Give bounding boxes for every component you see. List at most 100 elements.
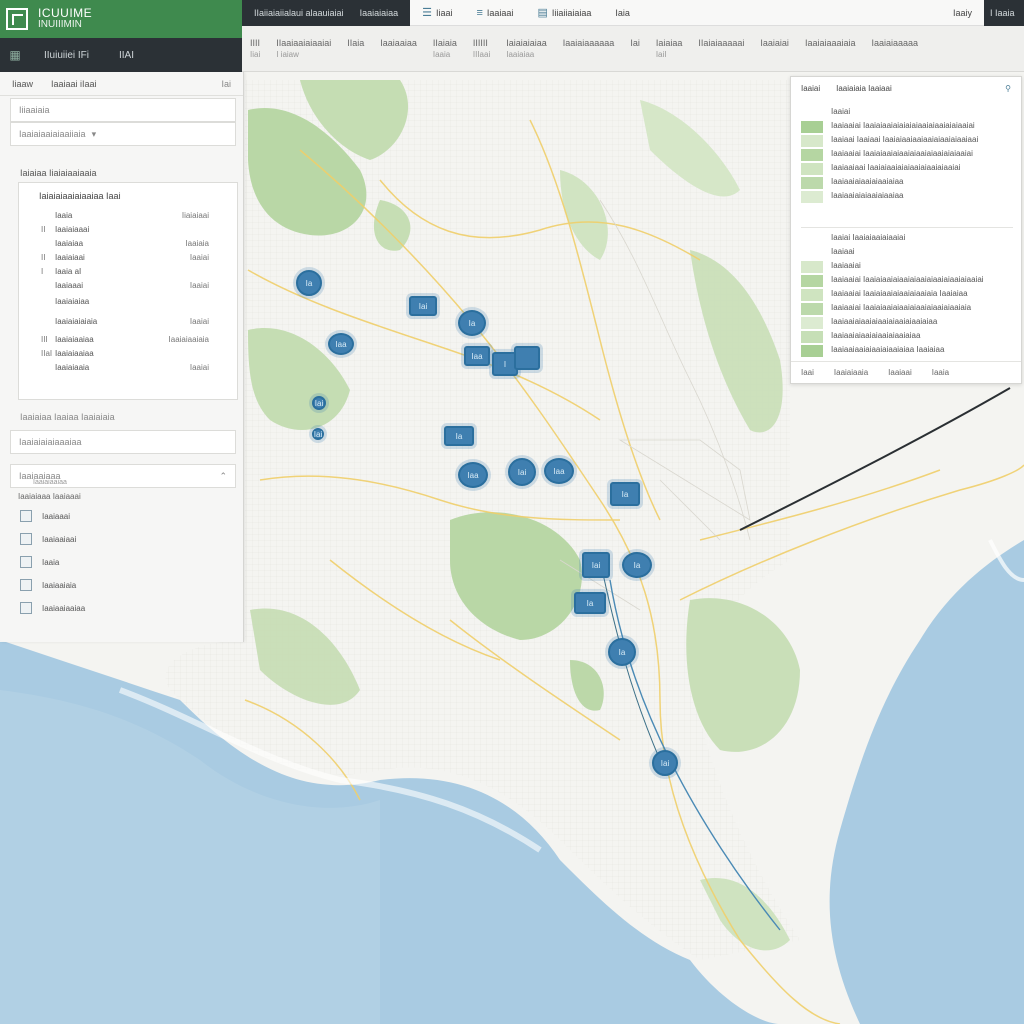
info-footer-1[interactable]: Iaai [801,368,814,377]
layer-item[interactable]: Iaaia [20,554,59,570]
toolbar-tool[interactable]: Iaaiaiai [752,38,797,49]
map-marker[interactable]: Iai [508,458,536,486]
layer-toggle-icon[interactable] [20,602,32,614]
map-marker[interactable]: Iai [582,552,610,578]
map-marker[interactable]: Iai [409,296,437,316]
info-footer-3[interactable]: Iaaiaai [888,368,912,377]
map-marker[interactable]: Ia [296,270,322,296]
legend-swatch [801,331,823,343]
legend-swatch [801,303,823,315]
map-marker[interactable]: Iaa [464,346,490,366]
left-input-2[interactable]: Iaaiaiaaiaiaaiiaia ▾ [10,122,236,146]
info-tab-1[interactable]: Iaaiai [801,84,820,93]
layer-item[interactable]: Iaaiaaai [20,508,70,524]
info-tab-2[interactable]: Iaaiaiaia Iaaiaai [836,84,892,93]
map-marker[interactable]: Iaa [544,458,574,484]
toolbar-tool[interactable]: Iaiaiaa IaiI [648,38,691,60]
info-line: Iaaiaaiai Iaaiaiaaiaiaaiaiaaiaiaaiaiaaia… [831,303,972,312]
info-footer-4[interactable]: Iaaia [932,368,949,377]
sub-header-right[interactable]: IIAI [119,50,134,61]
info-line: Iaaiaaiai Iaaiaiaaiaiaaiaiaaiaia Iaaiaia… [831,289,968,298]
nav-item-4[interactable]: Iaia [603,8,642,18]
toolbar-tool[interactable]: IIaiaiaaaaai [690,38,752,49]
layer-item[interactable]: Iaaiaaiaaiaa [20,600,85,616]
map-marker[interactable]: Ia [458,310,486,336]
grid-icon[interactable]: ▦ [0,48,30,62]
left-input-1[interactable]: Iiiaaiaia [10,98,236,122]
toolbar-tool[interactable]: Iaaiaiaaaaa [863,38,926,49]
info-footer-2[interactable]: Iaaiaiaaia [834,368,868,377]
nav-item-3[interactable]: ▤ Iiiaiiaiaiaa [525,6,603,19]
chevron-up-icon: ⌃ [219,470,227,481]
chevron-down-icon: ▾ [91,128,97,139]
nav-item-2[interactable]: ≡ Iaaiaai [464,7,525,19]
legend-swatch [801,191,823,203]
layer-item[interactable]: Iaaiaaiaai [20,531,76,547]
nav-item-right[interactable]: Iaaiy [941,8,984,18]
legend-swatch [801,121,823,133]
nav-dark-item[interactable]: IIaiiaiaiialaui alaauiaiai Iaaiaiaiaa [242,0,411,26]
legend-swatch [801,177,823,189]
toolbar-tool[interactable]: Iaaiaiaaaaaa [555,38,623,49]
toolbar-tool[interactable]: Iai [622,38,648,49]
toolbar-tool[interactable]: Iaaiaaiaa [372,38,425,49]
legend-swatch [801,289,823,301]
card-row[interactable]: Iaaiaiaiaa [19,297,239,311]
map-marker[interactable]: Iai [652,750,678,776]
filter-icon[interactable]: ⚲ [1005,84,1011,93]
map-marker[interactable]: Ia [610,482,640,506]
info-line: Iaaiaaiai Iaaiaiaaiaiaaiaiaaiaiaaiaiaaia… [831,275,984,284]
map-marker[interactable]: Iaa [458,462,488,488]
layer-item[interactable]: Iaaiaaiaia [20,577,76,593]
sub-header: ▦ IIuiuiiei IFi IIAI [0,38,242,72]
toolbar-tool[interactable]: IIIIII IIIaai [465,38,498,60]
list-icon: ☰ [422,7,432,19]
card-row[interactable]: Iaaia Iiaiaiaai [19,211,239,225]
nav-item-1[interactable]: ☰ Iiaai [410,6,464,19]
card-row[interactable]: Iaaiaiaaia Iaaiai [19,363,239,377]
left-tab-1[interactable]: Iiaaw [12,79,33,89]
app-brand[interactable]: ICUUIME INUIIIMIN [0,0,242,38]
card-row[interactable]: Iaaiaiaiaiaia Iaaiai [19,317,239,331]
map-marker[interactable]: Ia [622,552,652,578]
toolbar-tool[interactable]: IIaaiaaiaiaaiai I iaiaw [268,38,339,60]
card-row[interactable]: II Iaaiaiaaai [19,225,239,239]
layer-toggle-icon[interactable] [20,510,32,522]
info-line: Iaaiaaiai Iaaiaiaaiaiaaiaiaaiaiaaiaiaiaa… [831,149,973,158]
toolbar-tool[interactable]: IIaia [339,38,372,49]
card-row[interactable]: I Iaaia aI [19,267,239,281]
map-marker[interactable]: Ia [574,592,606,614]
card-row[interactable]: IIaI Iaaiaiaaiaa [19,349,239,363]
card-title: Iaiaiaiaaiaiaaiaa Iaai [39,191,121,201]
layer-toggle-icon[interactable] [20,533,32,545]
card-row[interactable]: II Iaaiaiaai Iaaiai [19,253,239,267]
left-footer-note: Iaaiaiaa Iaaiaa Iaaiaiaia [20,412,115,422]
card-row[interactable]: III Iaaiaiaaiaa Iaaiaiaaiaia [19,335,239,349]
map-marker[interactable]: Ia [444,426,474,446]
info-line: Iaaiaaiai Iaaiaiaaiaiaiaiaiaaiaiaaiaiaia… [831,121,975,130]
dropdown-caption: Iaaiaiaaa Iaaiaaai [18,492,81,501]
left-panel-close[interactable]: Iai [221,79,231,89]
map-marker[interactable] [514,346,540,370]
left-search-input[interactable]: Iaaiaiaiaiaaaiaa [10,430,236,454]
map-marker[interactable]: Iaa [328,333,354,355]
map-marker[interactable]: Iai [312,428,324,440]
legend-swatch [801,345,823,357]
card-row[interactable]: Iaaiaiaa Iaaiaia [19,239,239,253]
toolbar-tool[interactable]: IIII Iiai [242,38,268,60]
layer-toggle-icon[interactable] [20,556,32,568]
map-toolbar: IIII Iiai IIaaiaaiaiaaiai I iaiaw IIaia Iaaia… [242,26,1024,72]
legend-swatch [801,275,823,287]
left-dropdown[interactable]: Iaaiaaiaaa Iaaiaiaaiaa ⌃ [10,464,236,488]
brand-title: ICUUIME [38,6,93,20]
nav-end-button[interactable]: I Iaaia [984,0,1024,26]
toolbar-tool[interactable]: Iaiaiaiaiaa Iaaiaiaa [498,38,555,60]
card-row[interactable]: Iaaiaaai Iaaiai [19,281,239,295]
map-marker[interactable]: Ia [608,638,636,666]
map-marker[interactable]: Iai [312,396,326,410]
toolbar-tool[interactable]: IIaiaia Iaaia [425,38,465,60]
layer-toggle-icon[interactable] [20,579,32,591]
left-tab-2[interactable]: Iaaiaai iIaai [51,79,97,89]
info-panel-header: Iaaiai Iaaiaiaia Iaaiaai ⚲ [791,77,1021,99]
toolbar-tool[interactable]: Iaaiaiaaaiaia [797,38,864,49]
